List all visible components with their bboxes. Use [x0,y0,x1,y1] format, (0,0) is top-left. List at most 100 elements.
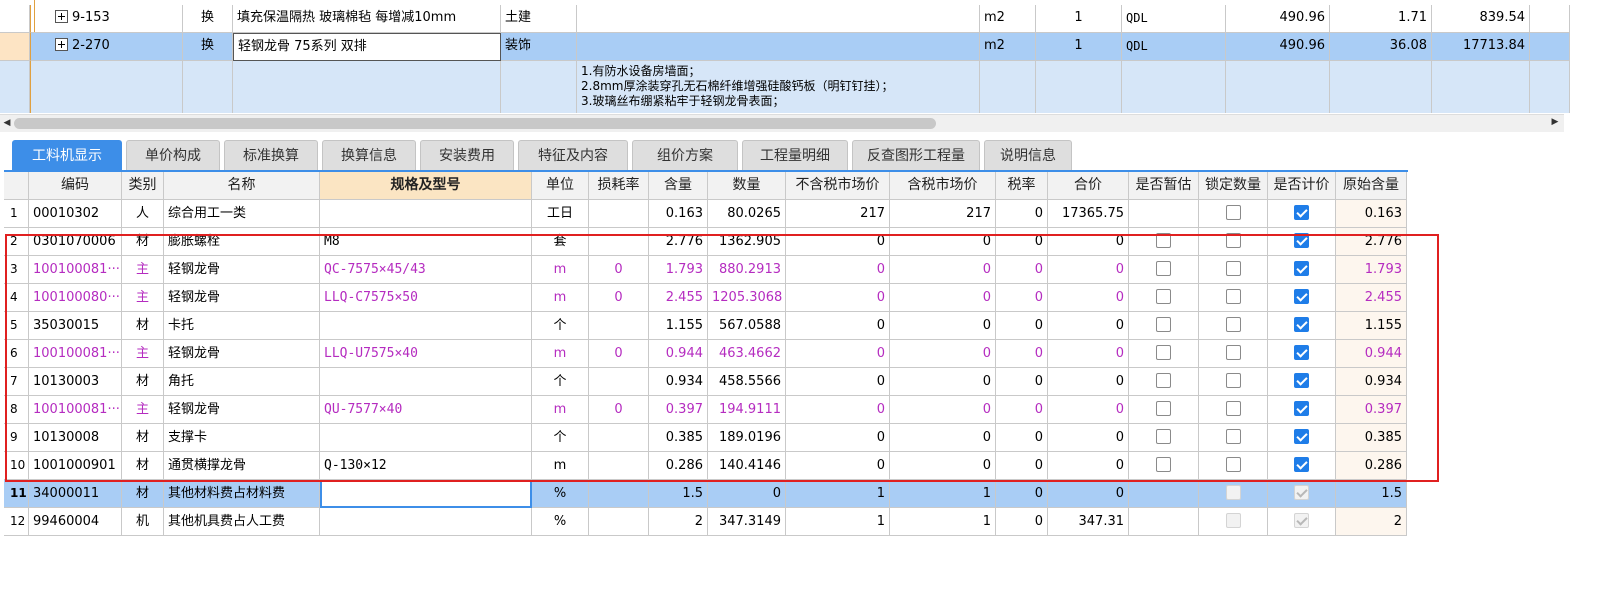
column-header[interactable]: 含税市场价 [890,172,996,200]
horizontal-scrollbar[interactable]: ◀ [0,114,1564,132]
tab-unit-price-composition[interactable]: 单价构成 [126,140,220,170]
total-cell[interactable]: 0 [1048,424,1129,452]
checkbox[interactable] [1294,205,1309,220]
content-cell[interactable]: 2 [649,508,708,536]
loss-rate-cell[interactable] [589,368,649,396]
scroll-left-icon[interactable]: ◀ [0,115,14,132]
checkbox[interactable] [1225,261,1241,276]
tax-rate-cell[interactable]: 0 [996,256,1048,284]
checkbox[interactable] [1225,233,1241,248]
loss-rate-cell[interactable] [589,508,649,536]
price-excl-tax-cell[interactable]: 0 [786,256,890,284]
price-incl-tax-cell[interactable]: 0 [890,256,996,284]
name-cell[interactable]: 其他机具费占人工费 [164,508,320,536]
checkbox[interactable] [1156,429,1171,444]
content-cell[interactable]: 0.397 [649,396,708,424]
checkbox[interactable] [1294,289,1309,304]
quantity-cell[interactable]: 0 [708,480,786,508]
price-excl-tax-cell[interactable]: 0 [786,284,890,312]
priced-checkbox-cell[interactable] [1268,228,1336,256]
code-cell[interactable]: 100100080··· [29,284,122,312]
original-content-cell[interactable]: 0.944 [1336,340,1407,368]
code-cell[interactable]: 100100081··· [29,396,122,424]
price-incl-tax-cell[interactable]: 1 [890,508,996,536]
spec-cell[interactable] [320,368,532,396]
total-cell[interactable]: 17365.75 [1048,200,1129,228]
priced-checkbox-cell[interactable] [1268,396,1336,424]
price-excl-tax-cell[interactable]: 0 [786,340,890,368]
provisional-checkbox-cell[interactable] [1129,284,1199,312]
resource-row[interactable]: 7 10130003 材角托个 0.934 458.5566 0 0 0 0 0.934 [4,368,1407,396]
original-content-cell[interactable]: 0.934 [1336,368,1407,396]
column-header[interactable]: 类别 [122,172,164,200]
category-cell[interactable]: 主 [122,284,164,312]
checkbox[interactable] [1156,317,1171,332]
quantity-cell[interactable]: 463.4662 [708,340,786,368]
checkbox[interactable] [1225,373,1241,388]
scrollbar-thumb[interactable] [14,118,936,129]
category-cell[interactable]: 材 [122,228,164,256]
tax-rate-cell[interactable]: 0 [996,396,1048,424]
original-content-cell[interactable]: 1.5 [1336,480,1407,508]
priced-checkbox-cell[interactable] [1268,340,1336,368]
item-name[interactable]: 填充保温隔热 玻璃棉毡 每增减10mm [233,5,501,33]
checkbox[interactable] [1294,401,1309,416]
column-header[interactable]: 名称 [164,172,320,200]
price-excl-tax-cell[interactable]: 0 [786,228,890,256]
column-header[interactable]: 编码 [29,172,122,200]
name-cell[interactable]: 综合用工一类 [164,200,320,228]
lock-qty-checkbox-cell[interactable] [1199,480,1268,508]
loss-rate-cell[interactable] [589,200,649,228]
tab-installation-fee[interactable]: 安装费用 [420,140,514,170]
unit-cell[interactable]: 个 [532,424,589,452]
tax-rate-cell[interactable]: 0 [996,200,1048,228]
name-cell[interactable]: 角托 [164,368,320,396]
unit-cell[interactable]: 工日 [532,200,589,228]
resource-row[interactable]: 10 1001000901 材通贯横撑龙骨 Q-130×12 m 0.286 140.414… [4,452,1407,480]
provisional-checkbox-cell[interactable] [1129,228,1199,256]
tab-graphic-quantity[interactable]: 反查图形工程量 [852,140,980,170]
priced-checkbox-cell[interactable] [1268,312,1336,340]
checkbox[interactable] [1294,233,1309,248]
expand-icon[interactable] [55,38,68,51]
checkbox[interactable] [1294,373,1309,388]
provisional-checkbox-cell[interactable] [1129,480,1199,508]
total-cell[interactable]: 0 [1048,368,1129,396]
lock-qty-checkbox-cell[interactable] [1199,312,1268,340]
resource-row[interactable]: 9 10130008 材支撑卡个 0.385 189.0196 0 0 0 0 0.385 [4,424,1407,452]
tax-rate-cell[interactable]: 0 [996,312,1048,340]
code-cell[interactable]: 10130008 [29,424,122,452]
resource-row[interactable]: 1 00010302 人综合用工一类 工日 0.163 80.0265 217 217 0 173… [4,200,1407,228]
code-cell[interactable]: 1001000901 [29,452,122,480]
provisional-checkbox-cell[interactable] [1129,200,1199,228]
code-cell[interactable]: 100100081··· [29,256,122,284]
category-cell[interactable]: 材 [122,368,164,396]
code-cell[interactable]: 00010302 [29,200,122,228]
scroll-right-icon[interactable]: ▶ [1548,114,1562,131]
loss-rate-cell[interactable]: 0 [589,284,649,312]
content-cell[interactable]: 1.793 [649,256,708,284]
price-excl-tax-cell[interactable]: 0 [786,396,890,424]
provisional-checkbox-cell[interactable] [1129,452,1199,480]
checkbox[interactable] [1225,289,1241,304]
column-header[interactable]: 合价 [1048,172,1129,200]
quantity-cell[interactable]: 458.5566 [708,368,786,396]
quantity-cell[interactable]: 194.9111 [708,396,786,424]
price-incl-tax-cell[interactable]: 0 [890,340,996,368]
tax-rate-cell[interactable]: 0 [996,340,1048,368]
provisional-checkbox-cell[interactable] [1129,424,1199,452]
checkbox[interactable] [1225,205,1241,220]
column-header[interactable]: 是否计价 [1268,172,1336,200]
checkbox[interactable] [1294,317,1309,332]
unit-cell[interactable]: m [532,340,589,368]
loss-rate-cell[interactable] [589,452,649,480]
code-cell[interactable]: 34000011 [29,480,122,508]
price-excl-tax-cell[interactable]: 0 [786,424,890,452]
lock-qty-checkbox-cell[interactable] [1199,200,1268,228]
item-name-editor[interactable]: 轻钢龙骨 75系列 双排 [233,33,501,61]
provisional-checkbox-cell[interactable] [1129,312,1199,340]
column-header[interactable]: 损耗率 [589,172,649,200]
original-content-cell[interactable]: 0.163 [1336,200,1407,228]
spec-cell[interactable]: M8 [320,228,532,256]
priced-checkbox-cell[interactable] [1268,508,1336,536]
